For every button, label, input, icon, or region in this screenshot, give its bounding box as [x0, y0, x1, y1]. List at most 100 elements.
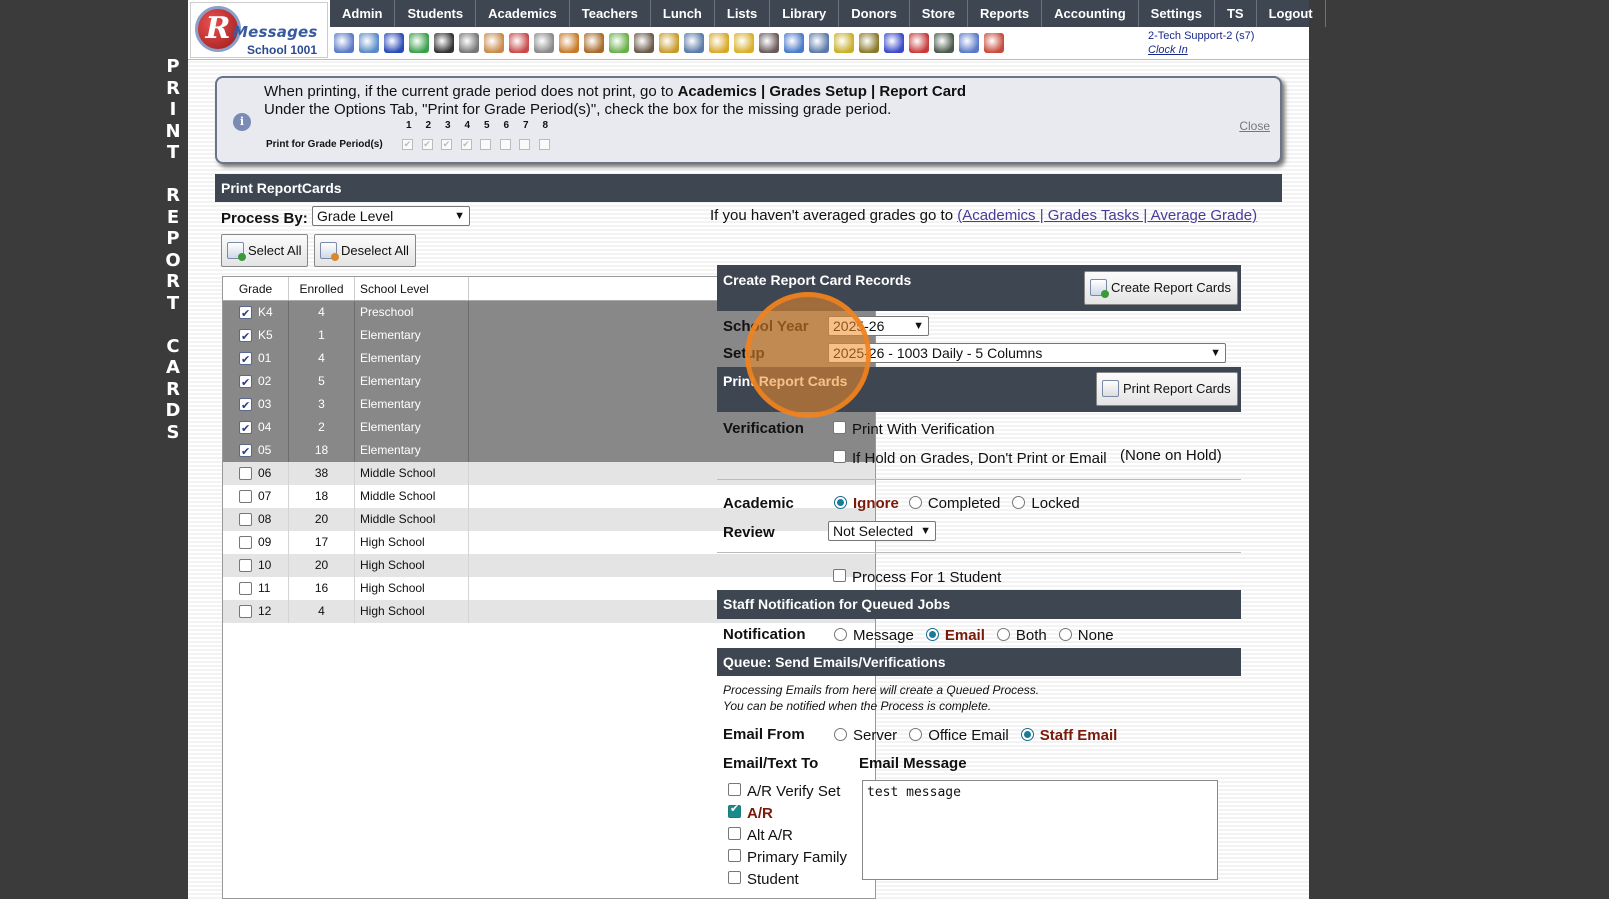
at-sign-icon[interactable]: [384, 33, 404, 53]
chat-bubbles-icon[interactable]: [409, 33, 429, 53]
header-grade[interactable]: Grade: [223, 277, 289, 300]
close-notice-link[interactable]: Close: [1239, 119, 1270, 133]
grade-cell[interactable]: 05: [223, 439, 289, 464]
academic-option-ignore[interactable]: Ignore: [834, 495, 899, 512]
power-icon[interactable]: [984, 33, 1004, 53]
table-row[interactable]: 06 38 Middle School: [223, 462, 875, 485]
grade-cell[interactable]: 07: [223, 485, 289, 508]
average-grade-link[interactable]: (Academics | Grades Tasks | Average Grad…: [957, 207, 1257, 224]
grade-cell[interactable]: 06: [223, 462, 289, 485]
nav-students[interactable]: Students: [395, 0, 477, 27]
email-to-option[interactable]: A/R Verify Set: [728, 783, 840, 800]
table-row[interactable]: 09 17 High School: [223, 531, 875, 554]
email_from-option-staff-email[interactable]: Staff Email: [1020, 727, 1117, 744]
hold-grades-checkbox[interactable]: [833, 450, 846, 463]
row-checkbox[interactable]: [239, 303, 252, 326]
pdf-icon[interactable]: [909, 33, 929, 53]
review-select[interactable]: Not Selected ▼: [828, 521, 936, 541]
grade-cell[interactable]: 02: [223, 370, 289, 395]
grade-cell[interactable]: K4: [223, 301, 289, 326]
tag-icon[interactable]: [709, 33, 729, 53]
email-message-textarea[interactable]: test message: [862, 780, 1218, 880]
notification-option-message[interactable]: Message: [834, 627, 914, 644]
nav-ts[interactable]: TS: [1215, 0, 1257, 27]
nav-logout[interactable]: Logout: [1257, 0, 1326, 27]
nav-admin[interactable]: Admin: [330, 0, 396, 27]
academic-radio[interactable]: [1012, 496, 1026, 509]
setup-select[interactable]: 2025-26 - 1003 Daily - 5 Columns ▼: [828, 343, 1226, 363]
grade-cell[interactable]: 12: [223, 600, 289, 623]
academic-option-locked[interactable]: Locked: [1012, 495, 1080, 512]
student-icon[interactable]: [584, 33, 604, 53]
teacher-icon[interactable]: [559, 33, 579, 53]
notification-radio[interactable]: [925, 628, 939, 641]
nav-academics[interactable]: Academics: [476, 0, 570, 27]
nav-donors[interactable]: Donors: [839, 0, 910, 27]
email-to-option[interactable]: A/R: [728, 802, 773, 822]
row-checkbox[interactable]: [239, 582, 252, 595]
process-one-student-checkbox[interactable]: [833, 569, 846, 582]
row-checkbox[interactable]: [239, 349, 252, 372]
user-name[interactable]: 2-Tech Support-2 (s7): [1148, 29, 1254, 43]
grade-cell[interactable]: 01: [223, 347, 289, 372]
person-icon[interactable]: [759, 33, 779, 53]
email_from-radio[interactable]: [909, 728, 923, 741]
row-checkbox[interactable]: [239, 605, 252, 618]
email-to-checkbox[interactable]: [728, 849, 741, 862]
grade-cell[interactable]: 11: [223, 577, 289, 600]
phone-icon[interactable]: [434, 33, 454, 53]
create-report-cards-button[interactable]: Create Report Cards: [1084, 271, 1238, 305]
speaker-icon[interactable]: [459, 33, 479, 53]
row-checkbox[interactable]: [239, 372, 252, 395]
notification-radio[interactable]: [834, 628, 847, 641]
newsletter-icon[interactable]: [484, 33, 504, 53]
lunch-tray-icon[interactable]: [659, 33, 679, 53]
grade-cell[interactable]: 09: [223, 531, 289, 554]
school-year-select[interactable]: 2025-26 ▼: [828, 316, 929, 336]
nav-store[interactable]: Store: [910, 0, 969, 27]
deselect-all-button[interactable]: Deselect All: [314, 234, 416, 267]
process-by-select[interactable]: Grade Level ▼: [312, 206, 470, 226]
notification-radio[interactable]: [1058, 628, 1072, 641]
print-with-verification-checkbox[interactable]: [833, 421, 846, 434]
row-checkbox[interactable]: [239, 513, 252, 526]
row-checkbox[interactable]: [239, 441, 252, 464]
ap-icon[interactable]: [884, 33, 904, 53]
row-checkbox[interactable]: [239, 395, 252, 418]
notification-option-email[interactable]: Email: [925, 627, 985, 644]
row-checkbox[interactable]: [239, 490, 252, 503]
clock-icon[interactable]: [784, 33, 804, 53]
nav-reports[interactable]: Reports: [968, 0, 1043, 27]
print-report-cards-button[interactable]: Print Report Cards: [1096, 372, 1238, 406]
email_from-option-server[interactable]: Server: [834, 727, 897, 744]
email_from-radio[interactable]: [1020, 728, 1034, 741]
calendar-icon[interactable]: [509, 33, 529, 53]
row-checkbox[interactable]: [239, 467, 252, 480]
select-all-button[interactable]: Select All: [221, 234, 309, 267]
row-checkbox[interactable]: [239, 536, 252, 549]
nav-lunch[interactable]: Lunch: [651, 0, 715, 27]
eraser-icon[interactable]: [609, 33, 629, 53]
row-checkbox[interactable]: [239, 326, 252, 349]
calendar-grid-icon[interactable]: [359, 33, 379, 53]
clock-in-link[interactable]: Clock In: [1148, 43, 1254, 57]
academic-radio[interactable]: [834, 496, 847, 509]
grade-cell[interactable]: 10: [223, 554, 289, 577]
email-to-checkbox[interactable]: [728, 871, 741, 884]
book-icon[interactable]: [684, 33, 704, 53]
search-icon[interactable]: [334, 33, 354, 53]
nav-settings[interactable]: Settings: [1139, 0, 1215, 27]
table-row[interactable]: 05 18Elementary: [223, 439, 875, 464]
process-one-student-option[interactable]: Process For 1 Student: [833, 569, 1001, 586]
header-school-level[interactable]: School Level: [355, 277, 469, 300]
row-checkbox[interactable]: [239, 559, 252, 572]
cash-register-icon[interactable]: [934, 33, 954, 53]
email-to-checkbox[interactable]: [728, 802, 741, 818]
grade-cell[interactable]: 04: [223, 416, 289, 441]
academic-radio[interactable]: [908, 496, 922, 509]
notification-option-none[interactable]: None: [1058, 627, 1114, 644]
nav-library[interactable]: Library: [770, 0, 840, 27]
email-to-option[interactable]: Alt A/R: [728, 827, 793, 844]
email-to-checkbox[interactable]: [728, 827, 741, 840]
folder-arrow-icon[interactable]: [734, 33, 754, 53]
